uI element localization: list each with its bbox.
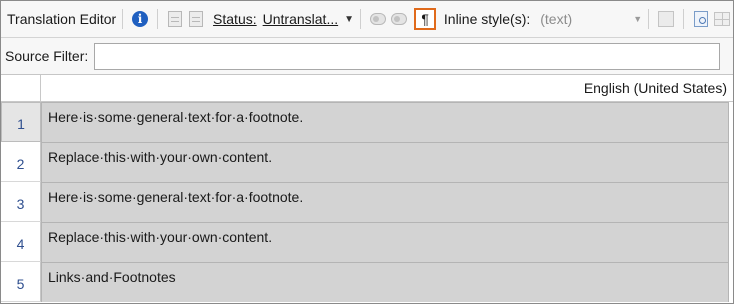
- row-number[interactable]: 4: [1, 222, 41, 262]
- segment-cell[interactable]: Links·and·Footnotes: [41, 262, 729, 302]
- editor-title: Translation Editor: [7, 11, 117, 27]
- source-filter-input[interactable]: [94, 43, 720, 70]
- row-number[interactable]: 5: [1, 262, 41, 302]
- toggle-icon: [369, 13, 386, 25]
- row-number[interactable]: 2: [1, 142, 41, 182]
- table-row[interactable]: 1 Here·is·some·general·text·for·a·footno…: [1, 102, 733, 142]
- segment-cell[interactable]: Here·is·some·general·text·for·a·footnote…: [41, 182, 729, 222]
- segment-cell[interactable]: Here·is·some·general·text·for·a·footnote…: [41, 102, 729, 142]
- toolbar-separator: [360, 9, 362, 29]
- row-number[interactable]: 3: [1, 182, 41, 222]
- toolbar-separator: [682, 9, 684, 29]
- grid-corner: [1, 75, 41, 102]
- preview-button[interactable]: [692, 10, 710, 28]
- column-header-language: English (United States): [41, 75, 733, 102]
- table-row[interactable]: 4 Replace·this·with·your·own·content.: [1, 222, 733, 262]
- segment-cell[interactable]: Replace·this·with·your·own·content.: [41, 222, 729, 262]
- document-button[interactable]: [166, 10, 184, 28]
- toolbar: Translation Editor i Status: Untranslat..…: [1, 1, 733, 38]
- table-row[interactable]: 5 Links·and·Footnotes: [1, 262, 733, 302]
- toggle-icon: [391, 13, 408, 25]
- toolbar-separator: [156, 9, 158, 29]
- document-export-button[interactable]: [187, 10, 205, 28]
- source-filter-label: Source Filter:: [5, 48, 89, 64]
- grey-action-button[interactable]: [657, 10, 675, 28]
- toggle-button-1[interactable]: [369, 10, 387, 28]
- document-icon: [167, 11, 182, 27]
- translation-grid: English (United States) 1 Here·is·some·g…: [1, 75, 733, 303]
- preview-icon: [693, 11, 708, 27]
- segment-cell[interactable]: Replace·this·with·your·own·content.: [41, 142, 729, 182]
- toggle-button-2[interactable]: [391, 10, 409, 28]
- info-button[interactable]: i: [131, 10, 149, 28]
- inline-style-value: (text): [540, 11, 573, 27]
- translation-editor-panel: Translation Editor i Status: Untranslat..…: [0, 0, 734, 304]
- grey-action-icon: [657, 11, 674, 27]
- toolbar-separator: [648, 9, 650, 29]
- chevron-down-icon: ▼: [633, 14, 643, 24]
- inline-style-label: Inline style(s):: [443, 11, 531, 27]
- table-row[interactable]: 3 Here·is·some·general·text·for·a·footno…: [1, 182, 733, 222]
- filter-bar: Source Filter:: [1, 38, 733, 75]
- status-label: Status:: [213, 11, 257, 27]
- toolbar-separator: [122, 9, 124, 29]
- grid-button[interactable]: [713, 10, 731, 28]
- table-row[interactable]: 2 Replace·this·with·your·own·content.: [1, 142, 733, 182]
- inline-style-select[interactable]: (text) ▼: [540, 11, 642, 27]
- document-export-icon: [189, 11, 204, 27]
- status-value: Untranslat...: [262, 11, 339, 27]
- status-dropdown[interactable]: Status: Untranslat...: [213, 11, 338, 27]
- dropdown-caret-icon[interactable]: ▼: [344, 14, 354, 25]
- info-icon: i: [132, 11, 148, 27]
- row-number[interactable]: 1: [1, 102, 41, 142]
- grid-icon: [714, 12, 731, 26]
- pilcrow-icon[interactable]: ¶: [414, 8, 436, 30]
